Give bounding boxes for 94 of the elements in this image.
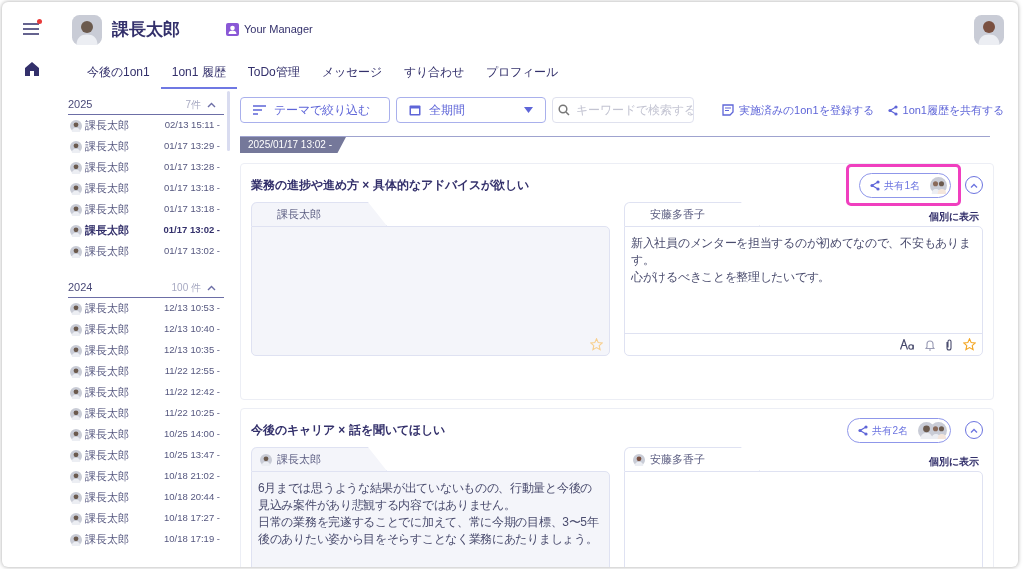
scrollbar[interactable] bbox=[227, 91, 230, 151]
share-history-link[interactable]: 1on1履歴を共有する bbox=[887, 101, 1004, 119]
user-avatar bbox=[70, 470, 82, 483]
user-avatar bbox=[930, 421, 947, 439]
panel-tab[interactable]: 安藤多香子 bbox=[624, 447, 760, 471]
person-badge-icon bbox=[226, 23, 239, 36]
user-avatar bbox=[70, 512, 82, 525]
text-format-icon[interactable] bbox=[900, 339, 915, 350]
history-item[interactable]: 課長太郎 01/17 13:02 - bbox=[68, 220, 224, 241]
user-avatar bbox=[70, 161, 82, 174]
chevron-up-icon bbox=[970, 182, 978, 188]
history-item[interactable]: 課長太郎 01/17 13:29 - bbox=[68, 136, 224, 157]
history-item[interactable]: 課長太郎 10/25 14:00 - bbox=[68, 424, 224, 445]
note-text: 新入社員のメンターを担当するのが初めてなので、不安もあります。 bbox=[631, 235, 972, 269]
history-item[interactable]: 課長太郎 11/22 12:55 - bbox=[68, 361, 224, 382]
history-item[interactable]: 課長太郎 02/13 15:11 - bbox=[68, 115, 224, 136]
share-icon bbox=[887, 104, 898, 116]
user-avatar bbox=[930, 176, 947, 194]
history-item[interactable]: 課長太郎 10/18 17:27 - bbox=[68, 508, 224, 529]
tab[interactable]: 1on1 履歴 bbox=[160, 57, 237, 89]
history-item[interactable]: 課長太郎 01/17 13:18 - bbox=[68, 178, 224, 199]
user-avatar bbox=[70, 365, 82, 378]
user-avatar bbox=[70, 533, 82, 546]
user-avatar bbox=[633, 453, 645, 466]
topic-title: 今後のキャリア × 話を聞いてほしい bbox=[251, 422, 445, 439]
star-icon[interactable] bbox=[963, 338, 976, 351]
note-icon bbox=[722, 104, 735, 116]
calendar-icon bbox=[409, 104, 421, 116]
show-individually-link[interactable]: 個別に表示 bbox=[929, 454, 979, 469]
history-item[interactable]: 課長太郎 11/22 12:42 - bbox=[68, 382, 224, 403]
panel-tab[interactable]: 課長太郎 bbox=[251, 447, 387, 471]
user-avatar bbox=[70, 302, 82, 315]
filter-lines-icon bbox=[253, 105, 266, 115]
user-avatar bbox=[70, 344, 82, 357]
topic-title: 業務の進捗や進め方 × 具体的なアドバイスが欲しい bbox=[251, 177, 529, 194]
search-icon bbox=[558, 104, 570, 116]
user-avatar bbox=[70, 224, 82, 237]
user-avatar bbox=[70, 140, 82, 153]
user-avatar bbox=[70, 245, 82, 258]
period-dropdown[interactable]: 全期間 bbox=[396, 97, 546, 123]
history-item[interactable]: 課長太郎 11/22 10:25 - bbox=[68, 403, 224, 424]
tab[interactable]: 今後の1on1 bbox=[76, 57, 161, 89]
role-label: Your Manager bbox=[244, 22, 313, 38]
user-avatar bbox=[72, 14, 102, 45]
user-avatar bbox=[70, 182, 82, 195]
user-avatar bbox=[70, 407, 82, 420]
tab[interactable]: メッセージ bbox=[310, 57, 393, 89]
history-item[interactable]: 課長太郎 01/17 13:02 - bbox=[68, 241, 224, 262]
history-item[interactable]: 課長太郎 12/13 10:35 - bbox=[68, 340, 224, 361]
history-item[interactable]: 課長太郎 12/13 10:40 - bbox=[68, 319, 224, 340]
panel-tab[interactable]: 安藤多香子 bbox=[624, 202, 760, 226]
paperclip-icon[interactable] bbox=[945, 338, 953, 351]
account-avatar bbox=[974, 14, 1004, 45]
session-date-label: 2025/01/17 13:02 - bbox=[240, 137, 346, 153]
history-item[interactable]: 課長太郎 10/18 20:44 - bbox=[68, 487, 224, 508]
user-avatar bbox=[70, 449, 82, 462]
user-avatar bbox=[70, 491, 82, 504]
history-item[interactable]: 課長太郎 01/17 13:18 - bbox=[68, 199, 224, 220]
history-item[interactable]: 課長太郎 10/25 13:47 - bbox=[68, 445, 224, 466]
dropdown-caret-icon bbox=[524, 107, 533, 113]
panel-tab[interactable]: 課長太郎 bbox=[251, 202, 387, 226]
tab[interactable]: すり合わせ bbox=[392, 57, 475, 89]
history-item[interactable]: 課長太郎 01/17 13:28 - bbox=[68, 157, 224, 178]
year-label: 2025 bbox=[68, 97, 93, 113]
collapse-chevron-icon[interactable] bbox=[207, 101, 216, 108]
user-avatar bbox=[260, 453, 272, 466]
tab[interactable]: ToDo管理 bbox=[236, 57, 311, 89]
note-text: 6月までは思うような結果が出ていないものの、行動量と今後の見込み案件があり悲観する内容ではありません。 bbox=[258, 480, 593, 514]
bell-icon[interactable] bbox=[925, 338, 935, 351]
menu-icon[interactable] bbox=[23, 22, 41, 36]
note-text: 心がけるべきことを整理したいです。 bbox=[631, 269, 831, 286]
share-icon bbox=[858, 424, 869, 436]
user-avatar bbox=[70, 428, 82, 441]
year-label: 2024 bbox=[68, 280, 93, 296]
history-item[interactable]: 課長太郎 12/13 10:53 - bbox=[68, 298, 224, 319]
user-avatar bbox=[70, 386, 82, 399]
count-label: 7件 bbox=[185, 98, 201, 112]
theme-filter-button[interactable]: テーマで絞り込む bbox=[240, 97, 390, 123]
share-icon bbox=[870, 179, 881, 191]
history-item[interactable]: 課長太郎 10/18 17:19 - bbox=[68, 529, 224, 550]
count-label: 100 件 bbox=[171, 281, 201, 295]
user-avatar bbox=[70, 203, 82, 216]
home-icon[interactable] bbox=[25, 62, 39, 76]
user-avatar bbox=[70, 119, 82, 132]
register-link[interactable]: 実施済みの1on1を登録する bbox=[722, 101, 874, 119]
tab[interactable]: プロフィール bbox=[474, 57, 569, 89]
chevron-up-icon bbox=[970, 427, 978, 433]
history-item[interactable]: 課長太郎 10/18 21:02 - bbox=[68, 466, 224, 487]
user-name: 課長太郎 bbox=[112, 18, 180, 41]
collapse-chevron-icon[interactable] bbox=[207, 284, 216, 291]
show-individually-link[interactable]: 個別に表示 bbox=[929, 209, 979, 224]
star-icon[interactable] bbox=[590, 337, 603, 351]
user-avatar bbox=[70, 323, 82, 336]
note-text: 日常の業務を完遂することでに加えて、常に今期の目標、3〜5年後のありたい姿から目をそらすことなく業務にあたりましょう。 bbox=[258, 514, 600, 548]
